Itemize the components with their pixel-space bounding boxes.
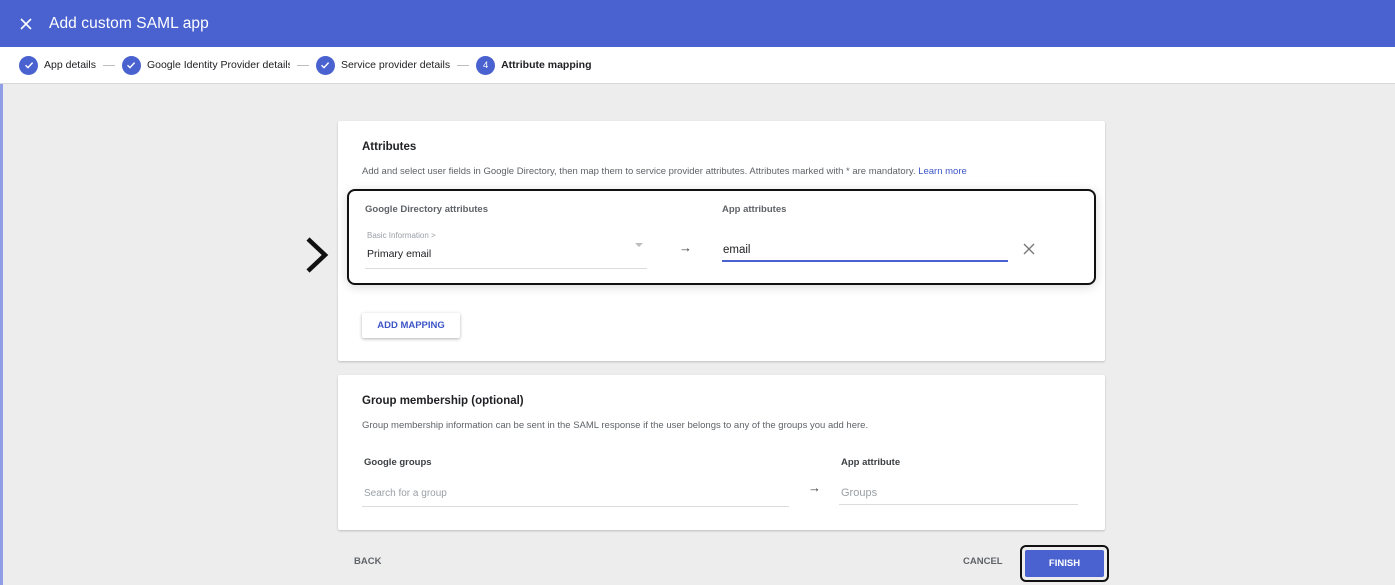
step-connector bbox=[296, 64, 309, 66]
step-connector bbox=[102, 64, 115, 66]
app-attribute-input[interactable] bbox=[722, 239, 1008, 262]
step-label: App details bbox=[44, 59, 96, 71]
close-icon[interactable] bbox=[16, 14, 36, 34]
step-service-provider-details[interactable]: Service provider details bbox=[315, 55, 451, 75]
directory-attribute-select[interactable]: Basic Information > Primary email bbox=[365, 231, 647, 269]
arrow-right-icon: → bbox=[808, 480, 821, 495]
step-connector bbox=[457, 64, 470, 66]
stepper: App details Google Identity Provider det… bbox=[0, 47, 1395, 84]
attributes-description: Add and select user fields in Google Dir… bbox=[362, 166, 967, 177]
chevron-right-icon bbox=[304, 236, 330, 274]
directory-attributes-header: Google Directory attributes bbox=[365, 204, 488, 215]
app-attributes-header: App attributes bbox=[722, 204, 787, 215]
dropdown-caret-icon bbox=[635, 243, 643, 247]
attribute-mapping-row: Google Directory attributes App attribut… bbox=[347, 189, 1096, 285]
step-label: Service provider details bbox=[340, 59, 451, 71]
learn-more-link[interactable]: Learn more bbox=[918, 166, 967, 177]
group-membership-title: Group membership (optional) bbox=[362, 395, 524, 407]
group-membership-card: Group membership (optional) Group member… bbox=[338, 375, 1105, 530]
check-icon bbox=[19, 55, 38, 75]
delete-mapping-icon[interactable] bbox=[1021, 241, 1037, 257]
finish-highlight: FINISH bbox=[1020, 545, 1109, 582]
google-groups-header: Google groups bbox=[364, 457, 432, 468]
attributes-description-text: Add and select user fields in Google Dir… bbox=[362, 166, 916, 177]
left-rail bbox=[0, 84, 3, 585]
attributes-title: Attributes bbox=[362, 141, 417, 153]
attribute-category: Basic Information > bbox=[367, 231, 436, 240]
check-icon bbox=[315, 55, 335, 75]
back-button[interactable]: BACK bbox=[354, 556, 381, 567]
step-attribute-mapping[interactable]: 4 Attribute mapping bbox=[476, 55, 592, 75]
arrow-right-icon: → bbox=[679, 240, 692, 255]
add-mapping-button[interactable]: ADD MAPPING bbox=[362, 313, 460, 338]
check-icon bbox=[121, 55, 141, 75]
app-header: Add custom SAML app bbox=[0, 0, 1395, 47]
group-search-input[interactable] bbox=[362, 480, 789, 507]
step-label: Attribute mapping bbox=[501, 59, 592, 71]
attribute-value: Primary email bbox=[367, 248, 432, 260]
step-app-details[interactable]: App details bbox=[19, 55, 96, 75]
step-idp-details[interactable]: Google Identity Provider details bbox=[121, 55, 290, 75]
app-attribute-header: App attribute bbox=[841, 457, 901, 468]
page-title: Add custom SAML app bbox=[49, 14, 209, 32]
step-label: Google Identity Provider details bbox=[146, 59, 290, 71]
groups-attribute-input[interactable] bbox=[839, 481, 1078, 505]
group-membership-description: Group membership information can be sent… bbox=[362, 420, 869, 431]
cancel-button[interactable]: CANCEL bbox=[963, 556, 1003, 567]
step-number: 4 bbox=[476, 55, 496, 75]
finish-button[interactable]: FINISH bbox=[1025, 550, 1104, 577]
